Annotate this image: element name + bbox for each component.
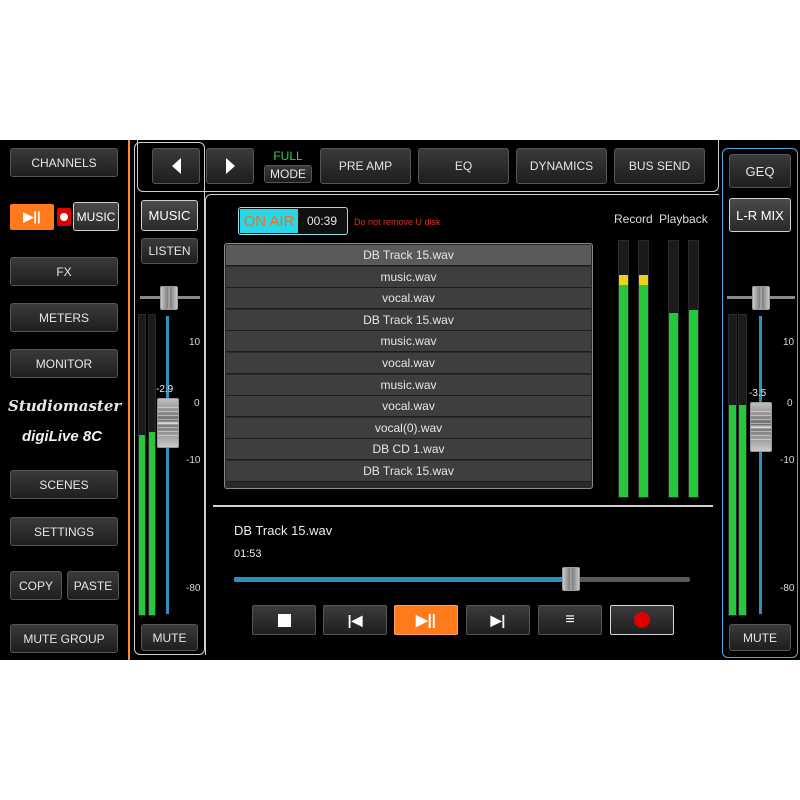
on-air-box: ON AIR 00:39 bbox=[238, 207, 348, 235]
file-list-item[interactable]: DB Track 15.wav bbox=[226, 245, 591, 266]
nav-divider bbox=[128, 140, 130, 660]
channels-button[interactable]: CHANNELS bbox=[10, 148, 118, 177]
paste-button[interactable]: PASTE bbox=[67, 571, 119, 600]
file-list-item[interactable]: vocal(0).wav bbox=[226, 417, 591, 439]
channel-fader-track bbox=[166, 316, 169, 614]
geq-button[interactable]: GEQ bbox=[729, 154, 791, 188]
tab-pre-amp[interactable]: PRE AMP bbox=[320, 148, 411, 184]
usb-warning-text: Do not remove U disk bbox=[354, 217, 441, 227]
stop-button[interactable] bbox=[252, 605, 316, 635]
mix-fader-track bbox=[759, 316, 762, 614]
tab-dynamics[interactable]: DYNAMICS bbox=[516, 148, 607, 184]
play-pause-icon: ▶|| bbox=[23, 209, 41, 224]
channel-meter-left bbox=[138, 314, 146, 616]
record-meter-left bbox=[618, 240, 629, 498]
mix-scale-0: 0 bbox=[787, 398, 793, 409]
progress-fill bbox=[234, 577, 572, 582]
mix-scale-10: 10 bbox=[783, 337, 795, 348]
music-nav-button[interactable]: MUSIC bbox=[73, 202, 119, 231]
listen-button[interactable]: LISTEN bbox=[141, 238, 198, 264]
mixer-app: CHANNELS ▶|| MUSIC FX METERS MONITOR Stu… bbox=[0, 140, 800, 660]
file-list-item[interactable]: music.wav bbox=[226, 331, 591, 353]
channel-fader-value: -2.9 bbox=[156, 384, 174, 395]
progress-handle[interactable] bbox=[562, 567, 581, 591]
meters-button[interactable]: METERS bbox=[10, 303, 118, 332]
file-list-item[interactable]: vocal.wav bbox=[226, 288, 591, 310]
progress-track[interactable] bbox=[234, 577, 690, 582]
playback-label: Playback bbox=[659, 212, 708, 226]
record-button[interactable] bbox=[610, 605, 674, 635]
record-label: Record bbox=[614, 212, 653, 226]
channel-scale-minus80: -80 bbox=[186, 583, 201, 594]
mix-meter-left bbox=[728, 314, 737, 616]
mix-mute-button[interactable]: MUTE bbox=[729, 624, 791, 651]
prev-channel-button[interactable] bbox=[152, 148, 200, 184]
copy-button[interactable]: COPY bbox=[10, 571, 62, 600]
next-channel-button[interactable] bbox=[206, 148, 254, 184]
file-list-item[interactable]: vocal.wav bbox=[226, 353, 591, 374]
record-meter-right bbox=[638, 240, 649, 498]
player-divider bbox=[213, 505, 713, 507]
fx-button[interactable]: FX bbox=[10, 257, 118, 286]
channel-mute-button[interactable]: MUTE bbox=[141, 624, 198, 651]
mix-scale-minus80: -80 bbox=[780, 583, 795, 594]
file-list-item[interactable]: DB CD 1.wav bbox=[226, 439, 591, 461]
pan-slider-handle[interactable] bbox=[160, 286, 178, 310]
digilive-logo: digiLive 8C bbox=[22, 428, 103, 445]
on-air-timer: 00:39 bbox=[307, 214, 338, 228]
playback-meter-left bbox=[668, 240, 679, 498]
arrow-left-icon bbox=[171, 158, 181, 174]
left-nav: CHANNELS ▶|| MUSIC FX METERS MONITOR Stu… bbox=[0, 140, 130, 660]
mix-meter-right bbox=[738, 314, 747, 616]
mute-group-button[interactable]: MUTE GROUP bbox=[10, 624, 118, 653]
mix-fader-value: -3.5 bbox=[749, 388, 767, 399]
monitor-button[interactable]: MONITOR bbox=[10, 349, 118, 378]
channel-meter-right bbox=[148, 314, 156, 616]
studiomaster-logo: Studiomaster bbox=[8, 397, 122, 415]
tab-bus-send[interactable]: BUS SEND bbox=[614, 148, 705, 184]
music-play-pause-button[interactable]: ▶|| bbox=[10, 204, 54, 230]
mix-scale-minus10: -10 bbox=[780, 455, 795, 466]
channel-scale-minus10: -10 bbox=[186, 455, 201, 466]
file-list-item[interactable]: DB Track 15.wav bbox=[226, 461, 591, 482]
stop-icon bbox=[277, 613, 291, 627]
file-list-item[interactable]: music.wav bbox=[226, 266, 591, 288]
channel-fader-handle[interactable] bbox=[157, 398, 179, 448]
mix-fader-handle[interactable] bbox=[750, 402, 772, 452]
mode-button[interactable]: MODE bbox=[264, 165, 312, 183]
playlist-button[interactable]: ≡ bbox=[538, 605, 602, 635]
skip-back-icon: |◀ bbox=[347, 611, 363, 628]
channel-name-button[interactable]: MUSIC bbox=[141, 200, 198, 231]
now-playing-title: DB Track 15.wav bbox=[234, 523, 333, 538]
full-mode-label: FULL bbox=[273, 149, 303, 163]
lr-mix-button[interactable]: L-R MIX bbox=[729, 198, 791, 232]
arrow-right-icon bbox=[225, 158, 235, 174]
file-list-item[interactable]: DB Track 15.wav bbox=[226, 309, 591, 331]
previous-track-button[interactable]: |◀ bbox=[323, 605, 387, 635]
scenes-button[interactable]: SCENES bbox=[10, 470, 118, 499]
list-icon: ≡ bbox=[565, 611, 575, 628]
settings-button[interactable]: SETTINGS bbox=[10, 517, 118, 546]
file-list-item[interactable]: vocal.wav bbox=[226, 396, 591, 418]
skip-forward-icon: ▶| bbox=[490, 611, 506, 628]
next-track-button[interactable]: ▶| bbox=[466, 605, 530, 635]
elapsed-time: 01:53 bbox=[234, 548, 262, 560]
on-air-indicator: ON AIR bbox=[240, 209, 298, 233]
channel-scale-10: 10 bbox=[189, 337, 201, 348]
play-pause-button[interactable]: ▶|| bbox=[394, 605, 458, 635]
record-icon bbox=[634, 612, 650, 628]
playback-meter-right bbox=[688, 240, 699, 498]
file-list-item[interactable]: music.wav bbox=[226, 374, 591, 396]
record-indicator-icon[interactable] bbox=[57, 208, 71, 226]
channel-scale-0: 0 bbox=[194, 398, 200, 409]
balance-slider-handle[interactable] bbox=[752, 286, 770, 310]
tab-eq[interactable]: EQ bbox=[418, 148, 509, 184]
play-pause-icon: ▶|| bbox=[416, 612, 436, 629]
